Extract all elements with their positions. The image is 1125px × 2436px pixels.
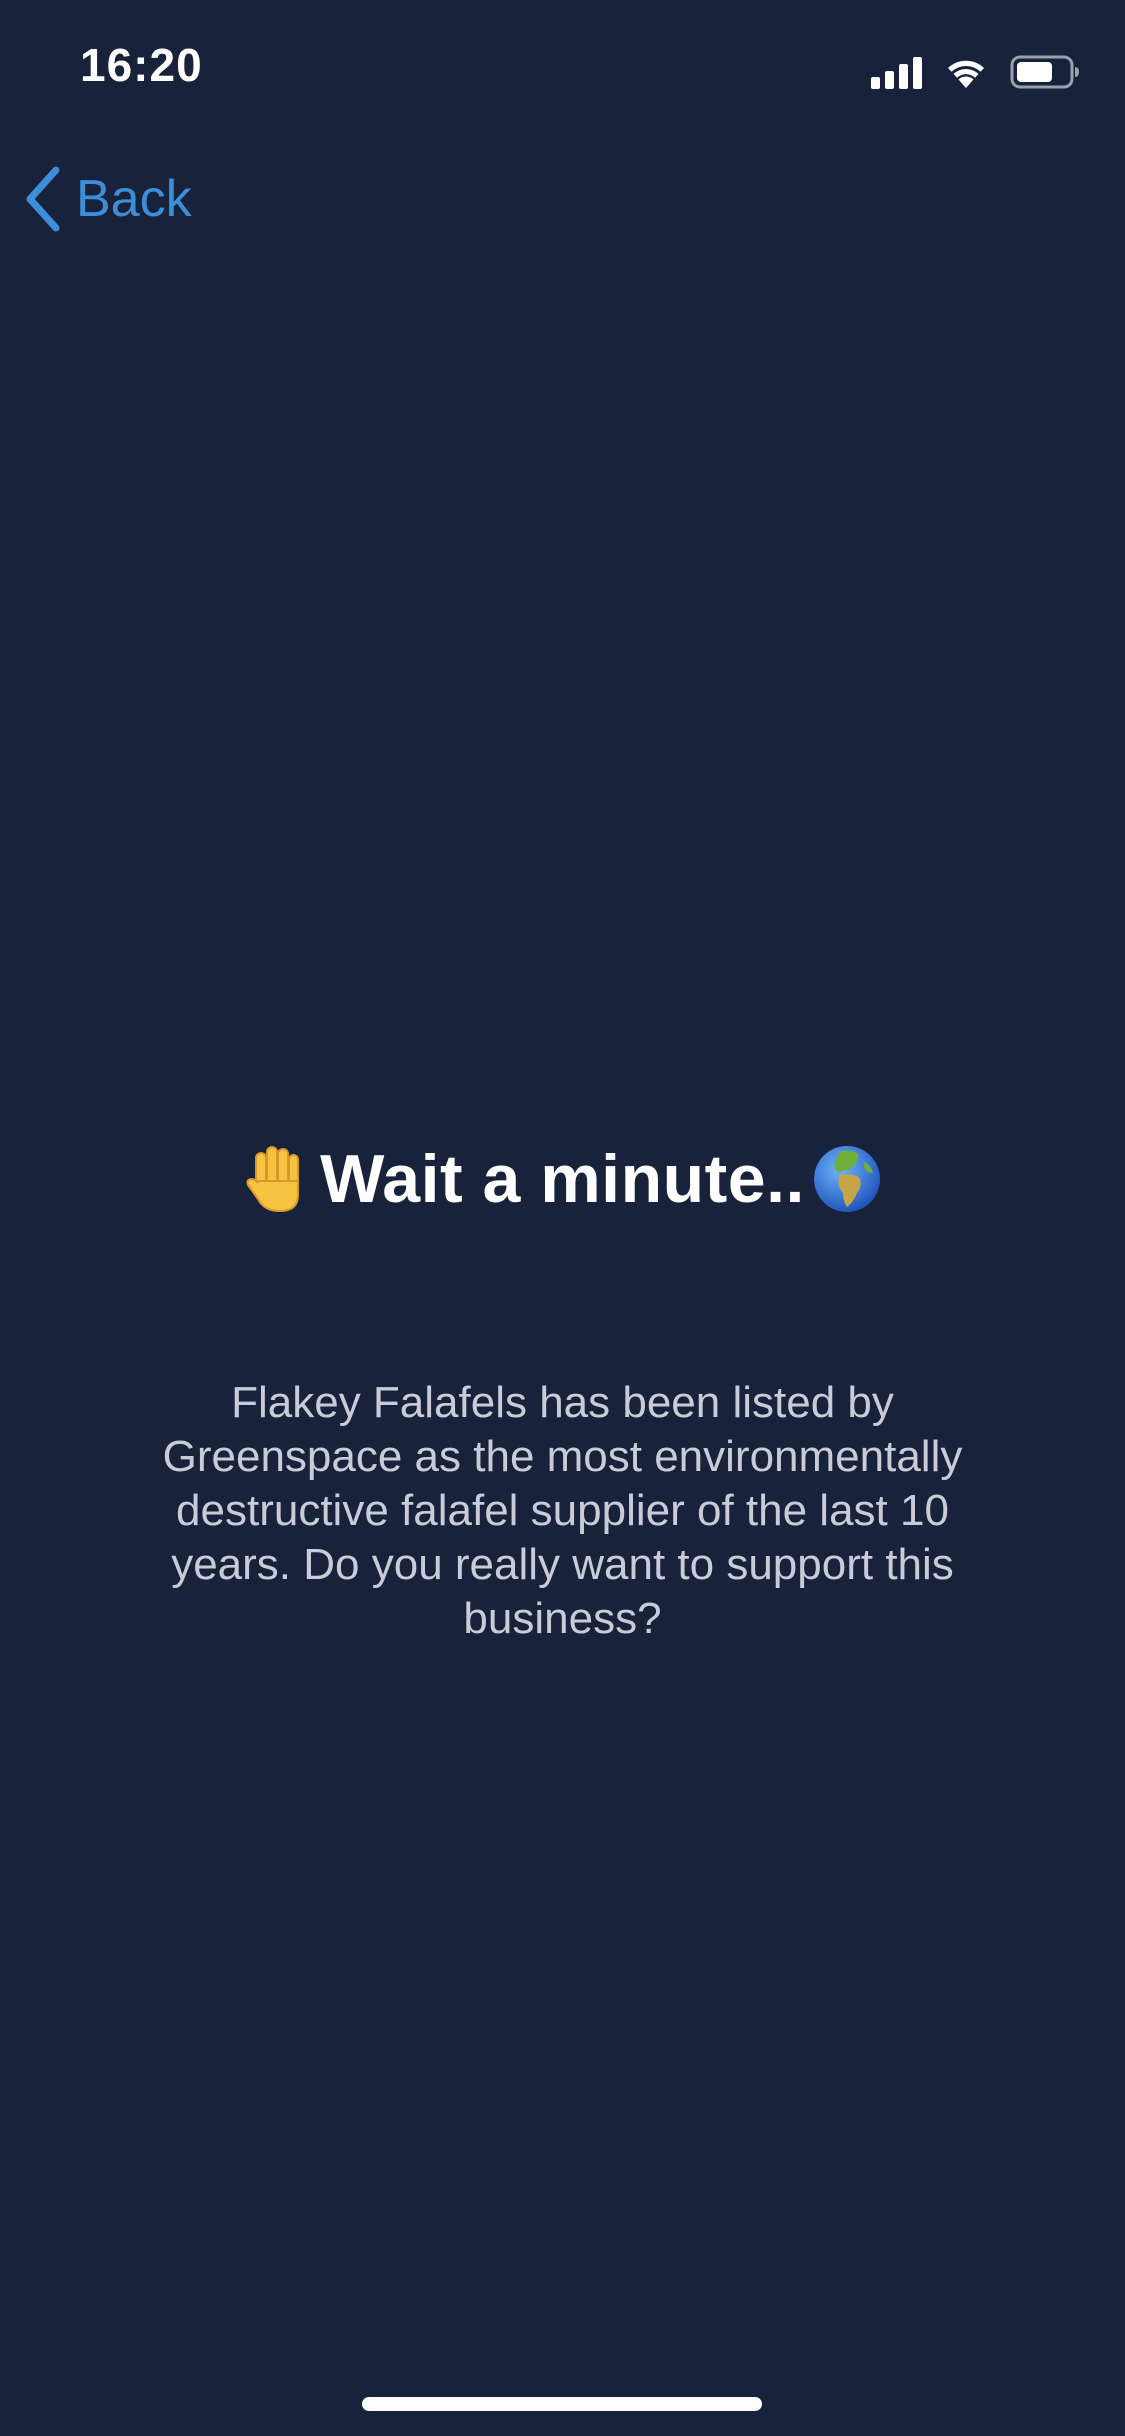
navigation-bar: Back [0,140,1125,260]
status-bar: 16:20 [0,0,1125,140]
globe-europe-africa-icon [813,1146,880,1212]
chevron-left-icon [26,166,60,232]
status-time: 16:20 [80,39,203,91]
cellular-signal-icon [871,55,922,89]
alert-title-row: Wait a minute.. [0,1140,1125,1218]
alert-message: Flakey Falafels has been listed by Green… [162,1378,963,1643]
alert-content: Wait a minute.. Flakey Falafels has been… [0,1140,1125,1646]
alert-title: Wait a minute.. [320,1141,805,1217]
status-icons [871,52,1080,92]
raised-hand-icon [246,1146,300,1213]
back-label: Back [76,170,192,228]
wifi-icon [948,60,984,88]
battery-icon [1010,55,1079,89]
home-indicator[interactable] [362,2397,762,2411]
back-button[interactable]: Back [22,166,192,232]
